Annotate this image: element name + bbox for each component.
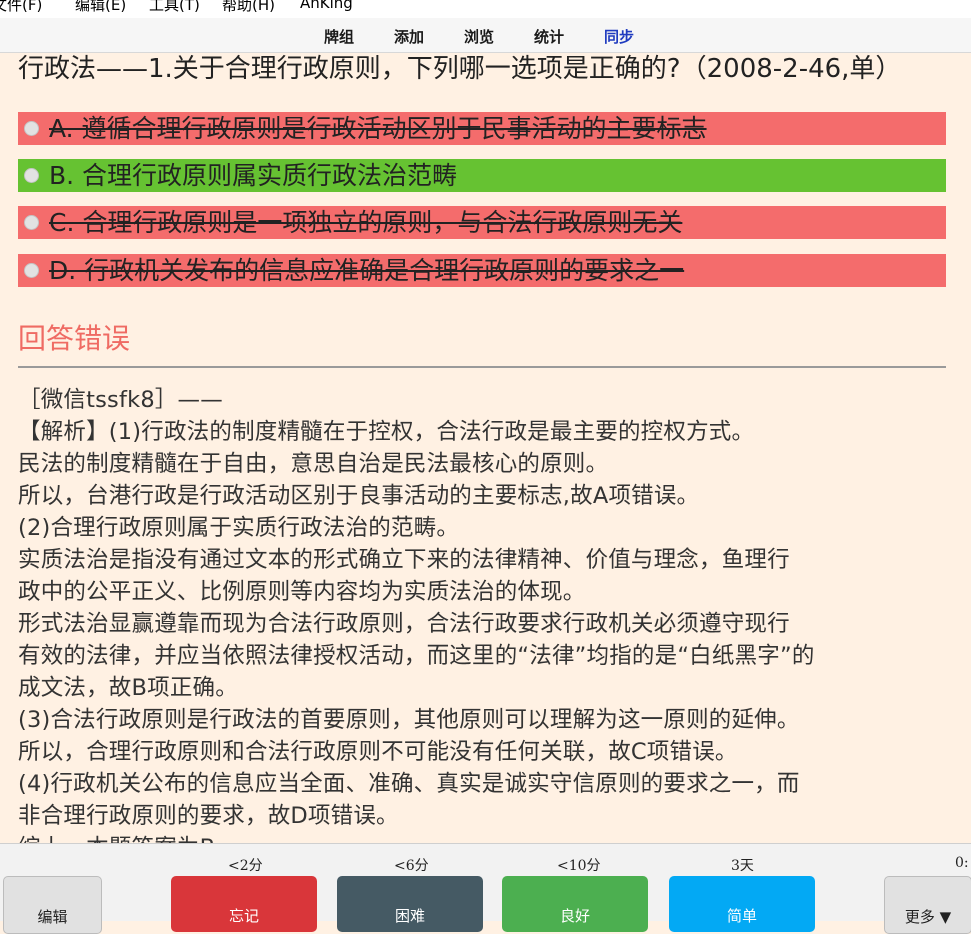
explanation-line: 形式法治显赢遵靠而现为合法行政原则，合法行政要求行政机关必须遵守现行 [18, 611, 790, 637]
question-text: 行政法——1.关于合理行政原则，下列哪一选项是正确的?（2008-2-46,单） [18, 54, 902, 84]
answer-option-label: A. 遵循合理行政原则是行政活动区别于民事活动的主要标志 [49, 114, 707, 143]
explanation-line: (3)合法行政原则是行政法的首要原则，其他原则可以理解为这一原则的延伸。 [18, 707, 800, 733]
radio-dot-icon [24, 214, 39, 230]
toolbar-decks-link[interactable]: 牌组 [324, 26, 354, 47]
menu-help[interactable]: 帮助(H) [222, 0, 275, 15]
explanation-line: (4)行政机关公布的信息应当全面、准确、真实是诚实守信原则的要求之一，而 [18, 771, 800, 797]
easy-button[interactable]: 简单 [669, 876, 815, 932]
radio-dot-icon [24, 262, 39, 278]
answer-divider [18, 366, 946, 368]
hard-button[interactable]: 困难 [337, 876, 483, 932]
explanation-line: 非合理行政原则的要求，故D项错误。 [18, 803, 399, 829]
answer-option-label: D. 行政机关发布的信息应准确是合理行政原则的要求之一 [49, 256, 685, 285]
toolbar-add-link[interactable]: 添加 [394, 26, 424, 47]
menu-tools[interactable]: 工具(T) [149, 0, 200, 15]
more-button[interactable]: 更多 ▼ [884, 876, 971, 934]
explanation-line: (2)合理行政原则属于实质行政法治的范畴。 [18, 515, 460, 541]
review-timer: 0: [955, 855, 969, 871]
answer-option[interactable]: A. 遵循合理行政原则是行政活动区别于民事活动的主要标志 [18, 112, 946, 145]
again-interval: <2分 [228, 858, 263, 874]
menu-bar: 文件(F) 编辑(E) 工具(T) 帮助(H) AnKing [0, 0, 971, 18]
good-button[interactable]: 良好 [502, 876, 648, 932]
menu-edit[interactable]: 编辑(E) [75, 0, 126, 15]
again-button[interactable]: 忘记 [171, 876, 317, 932]
menu-file[interactable]: 文件(F) [0, 0, 42, 15]
explanation-line: 政中的公平正义、比例原则等内容均为实质法治的体现。 [18, 579, 586, 605]
explanation-line: 综上，本题答案为B。 [18, 832, 953, 843]
explanation-line: 实质法治是指没有通过文本的形式确立下来的法律精神、价值与理念，鱼理行 [18, 547, 790, 573]
explanation-line: 民法的制度精髓在于自由，意思自治是民法最核心的原则。 [18, 451, 609, 477]
answer-bar: 编辑 <2分 忘记 <6分 困难 <10分 良好 3天 简单 0: 更多 ▼ [0, 843, 971, 934]
easy-interval: 3天 [731, 858, 754, 874]
answer-option[interactable]: C. 合理行政原则是一项独立的原则，与合法行政原则无关 [18, 206, 946, 239]
answer-option-label: C. 合理行政原则是一项独立的原则，与合法行政原则无关 [49, 208, 683, 237]
radio-dot-icon [24, 167, 39, 183]
main-toolbar: 牌组 添加 浏览 统计 同步 [0, 18, 971, 53]
explanation-line: 所以，合理行政原则和合法行政原则不可能没有任何关联，故C项错误。 [18, 739, 738, 765]
explanation-text: ［微信tssfk8］—— 【解析】(1)行政法的制度精髓在于控权，合法行政是最主要… [18, 384, 953, 843]
answer-result-label: 回答错误 [18, 322, 131, 355]
menu-anking[interactable]: AnKing [300, 0, 353, 12]
answer-option[interactable]: D. 行政机关发布的信息应准确是合理行政原则的要求之一 [18, 254, 946, 287]
answer-option[interactable]: B. 合理行政原则属实质行政法治范畴 [18, 159, 946, 192]
explanation-line: 【解析】(1)行政法的制度精髓在于控权，合法行政是最主要的控权方式。 [18, 419, 755, 445]
radio-dot-icon [24, 120, 39, 136]
explanation-line: 成文法，故B项正确。 [18, 675, 238, 701]
toolbar-stats-link[interactable]: 统计 [534, 26, 564, 47]
hard-interval: <6分 [394, 858, 429, 874]
edit-button[interactable]: 编辑 [3, 876, 102, 934]
explanation-line: 有效的法律，并应当依照法律授权活动，而这里的“法律”均指的是“白纸黑字”的 [18, 643, 815, 669]
good-interval: <10分 [557, 858, 601, 874]
toolbar-sync-link[interactable]: 同步 [604, 26, 634, 47]
answer-option-label: B. 合理行政原则属实质行政法治范畴 [49, 161, 458, 190]
review-card: 行政法——1.关于合理行政原则，下列哪一选项是正确的?（2008-2-46,单）… [0, 53, 971, 843]
explanation-line: ［微信tssfk8］—— [18, 387, 223, 413]
explanation-line: 所以，台港行政是行政活动区别于良事活动的主要标志,故A项错误。 [18, 483, 700, 509]
toolbar-browse-link[interactable]: 浏览 [464, 26, 494, 47]
